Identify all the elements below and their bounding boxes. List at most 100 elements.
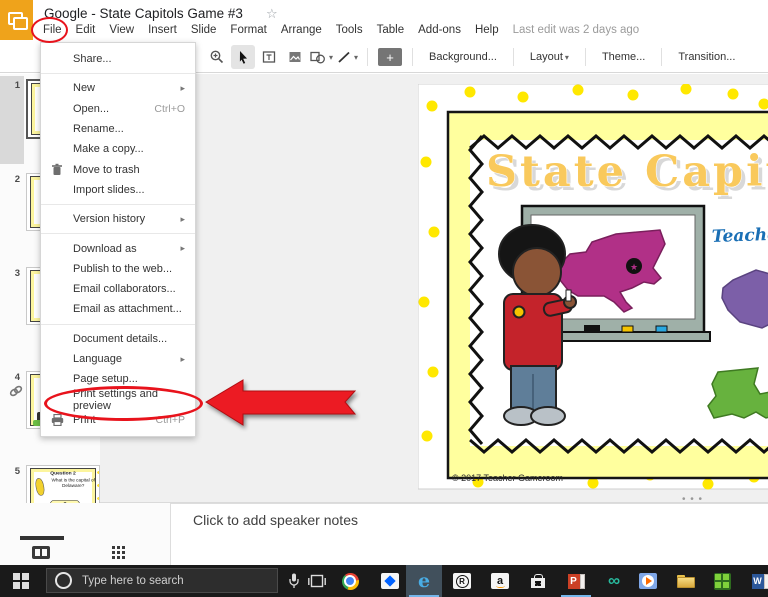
menuitem-publish-to-web[interactable]: Publish to the web... <box>41 259 195 279</box>
menu-addons[interactable]: Add-ons <box>411 23 468 40</box>
file-menu-dropdown: Share... New ▸ Open... Ctrl+O Rename... Ma… <box>40 42 196 438</box>
select-tool-icon[interactable] <box>231 45 255 69</box>
taskbar-search-box[interactable]: Type here to search <box>46 568 278 593</box>
menu-separator <box>41 73 195 75</box>
menu-separator <box>41 323 195 325</box>
annotation-circle-file <box>31 17 68 43</box>
line-tool-icon[interactable]: ▾ <box>335 45 359 69</box>
slides-logo-icon[interactable] <box>0 0 33 40</box>
link-icon <box>9 385 23 397</box>
filmstrip-scrollbar[interactable] <box>20 536 64 540</box>
slide-number-4: 4 <box>14 372 20 383</box>
submenu-arrow-icon: ▸ <box>180 82 185 93</box>
submenu-arrow-icon: ▸ <box>180 243 185 254</box>
toolbar-separator <box>512 48 514 66</box>
slide-credit: © 2017 Teacher Gameroom <box>452 473 563 483</box>
chevron-down-icon: ▾ <box>564 53 569 62</box>
slide-number-3: 3 <box>14 268 20 279</box>
menubar: File Edit View Insert Slide Format Arran… <box>36 23 646 40</box>
taskbar-store-icon[interactable] <box>520 565 556 597</box>
taskbar-r-app-icon[interactable]: R <box>444 565 480 597</box>
submenu-arrow-icon: ▸ <box>180 213 185 224</box>
taskbar-infinity-app-icon[interactable]: ∞ <box>596 565 632 597</box>
menu-tools[interactable]: Tools <box>329 23 370 40</box>
slide-number-5: 5 <box>14 466 20 477</box>
slide-title: State Capit <box>486 147 768 197</box>
taskbar-green-grid-app-icon[interactable] <box>704 565 740 597</box>
layout-button[interactable]: Layout ▾ <box>521 51 578 63</box>
taskbar-dropbox-icon[interactable] <box>372 565 408 597</box>
transition-button[interactable]: Transition... <box>669 51 744 63</box>
menu-slide[interactable]: Slide <box>184 23 224 40</box>
star-icon[interactable]: ☆ <box>266 6 278 22</box>
menuitem-open[interactable]: Open... Ctrl+O <box>41 99 195 119</box>
menuitem-language[interactable]: Language ▸ <box>41 349 195 369</box>
menu-help[interactable]: Help <box>468 23 506 40</box>
menuitem-rename[interactable]: Rename... <box>41 119 195 139</box>
speaker-notes-panel[interactable]: Click to add speaker notes <box>170 503 768 565</box>
menu-view[interactable]: View <box>102 23 141 40</box>
filmstrip-footer <box>0 503 186 565</box>
document-title[interactable]: Google - State Capitols Game #3 <box>44 6 243 21</box>
shape-tool-icon[interactable]: ▾ <box>309 45 333 69</box>
last-edit-status[interactable]: Last edit was 2 days ago <box>506 23 647 40</box>
theme-button[interactable]: Theme... <box>593 51 654 63</box>
toolbar-separator <box>584 48 586 66</box>
background-button[interactable]: Background... <box>420 51 506 63</box>
teacher-script-text: Teache <box>711 225 768 247</box>
grid-view-icon[interactable] <box>112 546 130 559</box>
taskbar-chrome-icon[interactable] <box>332 565 368 597</box>
taskbar-amazon-icon[interactable]: a <box>482 565 518 597</box>
menu-arrange[interactable]: Arrange <box>274 23 329 40</box>
task-view-icon[interactable] <box>308 574 326 588</box>
start-button-icon[interactable] <box>13 573 29 589</box>
slide-number-2: 2 <box>14 174 20 185</box>
menuitem-new[interactable]: New ▸ <box>41 78 195 98</box>
thumb5-character <box>34 477 46 497</box>
chevron-down-icon: ▾ <box>354 52 359 62</box>
current-slide[interactable]: State Capit State Capit ★ Teache © 2017 … <box>418 84 768 490</box>
menuitem-import-slides[interactable]: Import slides... <box>41 180 195 200</box>
speaker-notes-placeholder[interactable]: Click to add speaker notes <box>193 512 358 528</box>
trash-icon <box>52 164 62 176</box>
toolbar-separator <box>367 48 369 66</box>
insert-placeholder-icon[interactable]: + <box>378 48 403 66</box>
menu-separator <box>41 233 195 235</box>
menu-format[interactable]: Format <box>223 23 273 40</box>
zoom-icon[interactable] <box>205 45 229 69</box>
menuitem-version-history[interactable]: Version history ▸ <box>41 209 195 229</box>
microphone-icon[interactable] <box>288 573 300 589</box>
menu-edit[interactable]: Edit <box>69 23 103 40</box>
taskbar-word-icon[interactable]: W <box>742 565 768 597</box>
insert-image-icon[interactable] <box>283 45 307 69</box>
menuitem-email-as-attachment[interactable]: Email as attachment... <box>41 299 195 319</box>
filmstrip-view-icon[interactable] <box>32 546 50 559</box>
menuitem-email-collaborators[interactable]: Email collaborators... <box>41 279 195 299</box>
taskbar-media-player-icon[interactable] <box>630 565 666 597</box>
submenu-arrow-icon: ▸ <box>180 353 185 364</box>
annotation-arrow <box>205 379 357 426</box>
menuitem-document-details[interactable]: Document details... <box>41 329 195 349</box>
taskbar-file-explorer-icon[interactable] <box>668 565 704 597</box>
thumb5-question-label: Question 2 <box>50 469 76 476</box>
cortana-icon <box>55 572 72 589</box>
taskbar-powerpoint-icon[interactable]: P <box>558 565 594 597</box>
printer-icon <box>51 413 64 426</box>
windows-taskbar: Type here to search e R a P ∞ W <box>0 565 768 597</box>
textbox-tool-icon[interactable] <box>257 45 281 69</box>
menu-table[interactable]: Table <box>370 23 412 40</box>
chevron-down-icon: ▾ <box>329 52 334 62</box>
search-placeholder: Type here to search <box>82 574 184 587</box>
menuitem-share[interactable]: Share... <box>41 49 195 69</box>
menu-insert[interactable]: Insert <box>141 23 184 40</box>
menuitem-move-to-trash[interactable]: Move to trash <box>41 159 195 179</box>
toolbar-separator <box>412 48 414 66</box>
menu-separator <box>41 204 195 206</box>
svg-text:★: ★ <box>630 262 638 272</box>
menuitem-make-a-copy[interactable]: Make a copy... <box>41 139 195 159</box>
menuitem-download-as[interactable]: Download as ▸ <box>41 238 195 258</box>
slide-canvas[interactable]: State Capit State Capit ★ Teache © 2017 … <box>100 74 768 505</box>
taskbar-edge-icon[interactable]: e <box>406 565 442 597</box>
annotation-circle-print-settings <box>44 386 203 421</box>
slide-number-1: 1 <box>14 80 20 91</box>
